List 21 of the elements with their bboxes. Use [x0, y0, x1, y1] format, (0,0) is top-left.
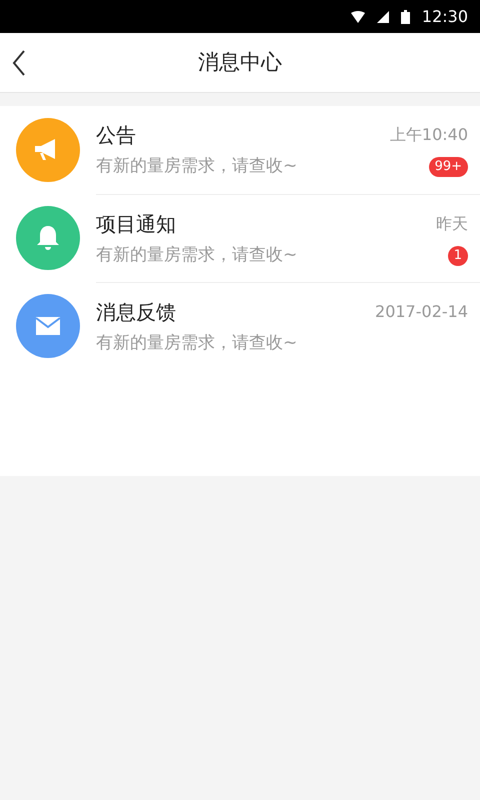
message-title: 消息反馈: [96, 298, 176, 326]
signal-icon: [376, 10, 389, 22]
mail-icon: [34, 315, 62, 337]
status-time: 12:30: [422, 6, 468, 28]
bell-icon: [35, 224, 61, 252]
page-title: 消息中心: [198, 48, 282, 76]
message-time: 昨天: [436, 212, 468, 235]
message-title: 项目通知: [96, 210, 176, 238]
message-time: 2017-02-14: [375, 300, 468, 323]
message-item[interactable]: 公告 上午10:40 有新的量房需求，请查收~ 99+: [0, 106, 480, 194]
battery-icon: [400, 10, 410, 24]
unread-count: 1: [448, 246, 468, 266]
message-time: 上午10:40: [390, 124, 468, 146]
message-item[interactable]: 消息反馈 2017-02-14 有新的量房需求，请查收~: [0, 282, 480, 370]
wifi-icon: [350, 10, 365, 22]
message-item[interactable]: 项目通知 昨天 有新的量房需求，请查收~ 1: [0, 194, 480, 282]
message-title: 公告: [96, 122, 136, 150]
message-preview: 有新的量房需求，请查收~: [96, 332, 298, 355]
message-preview: 有新的量房需求，请查收~: [96, 244, 298, 267]
unread-count: 99+: [428, 157, 468, 177]
message-preview: 有新的量房需求，请查收~: [96, 155, 298, 178]
